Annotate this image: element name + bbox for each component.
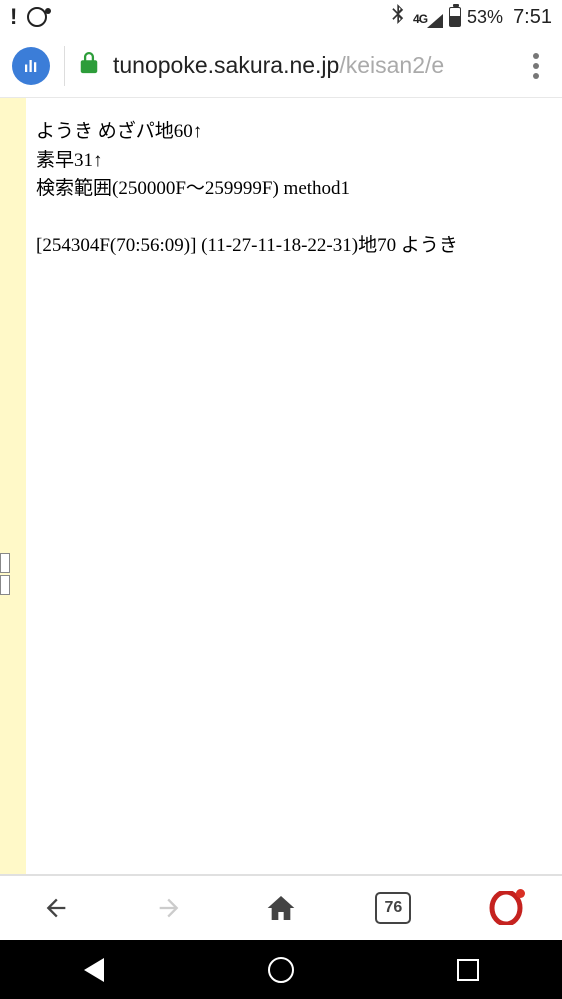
clock: 7:51 — [513, 6, 552, 29]
url-input[interactable]: tunopoke.sakura.ne.jp/keisan2/e — [113, 52, 508, 79]
opera-menu-button[interactable] — [484, 886, 528, 930]
content-line: [254304F(70:56:09)] (11-27-11-18-22-31)地… — [36, 232, 458, 261]
priority-icon: ! — [10, 4, 17, 30]
system-back-button[interactable] — [54, 950, 134, 990]
back-button[interactable] — [34, 886, 78, 930]
content-line: 素早31↑ — [36, 147, 458, 176]
web-content[interactable]: ようき めざパ地60↑ 素早31↑ 検索範囲(250000F〜259999F) … — [0, 98, 562, 874]
bluetooth-icon — [391, 4, 407, 30]
system-recents-button[interactable] — [428, 950, 508, 990]
page-text: ようき めざパ地60↑ 素早31↑ 検索範囲(250000F〜259999F) … — [26, 98, 468, 874]
left-margin — [0, 98, 26, 874]
forward-button[interactable] — [147, 886, 191, 930]
url-bar: tunopoke.sakura.ne.jp/keisan2/e — [0, 34, 562, 98]
menu-button[interactable] — [522, 53, 550, 79]
notification-dot — [516, 889, 525, 898]
system-home-button[interactable] — [241, 950, 321, 990]
content-line: ようき めざパ地60↑ — [36, 118, 458, 147]
url-divider — [64, 46, 65, 86]
battery-icon — [449, 7, 461, 27]
browser-toolbar: 76 — [0, 874, 562, 940]
lock-icon[interactable] — [79, 52, 99, 80]
status-bar: ! 4G 53% 7:51 — [0, 0, 562, 34]
edge-controls — [0, 553, 10, 597]
site-icon[interactable] — [12, 47, 50, 85]
network-indicator: 4G — [413, 7, 443, 28]
download-icon — [27, 7, 47, 27]
tabs-button[interactable]: 76 — [371, 886, 415, 930]
edge-box[interactable] — [0, 553, 10, 573]
system-nav-bar — [0, 940, 562, 999]
content-line: 検索範囲(250000F〜259999F) method1 — [36, 175, 458, 204]
home-button[interactable] — [259, 886, 303, 930]
battery-percent: 53% — [467, 7, 503, 28]
edge-box[interactable] — [0, 575, 10, 595]
